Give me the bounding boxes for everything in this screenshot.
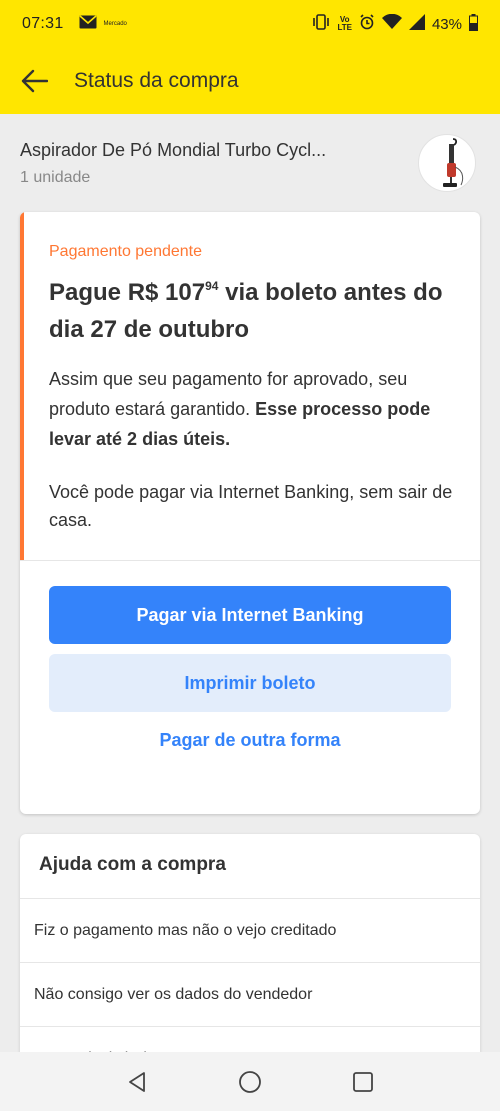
- product-quantity: 1 unidade: [20, 169, 91, 186]
- back-arrow-icon[interactable]: [18, 65, 50, 97]
- notification-text: Mercado: [103, 21, 127, 27]
- vibrate-icon: [312, 14, 330, 34]
- mail-icon: [79, 15, 97, 33]
- clock: 07:31: [22, 15, 64, 32]
- nav-back-icon[interactable]: [117, 1062, 157, 1102]
- pay-internet-banking-button[interactable]: Pagar via Internet Banking: [49, 586, 451, 644]
- system-nav-bar: [0, 1052, 500, 1111]
- status-bar-right: Vo LTE 43%: [312, 13, 478, 35]
- divider: [20, 560, 480, 561]
- pending-accent-bar: [20, 212, 24, 561]
- alarm-icon: [359, 14, 375, 34]
- page-title: Status da compra: [74, 69, 239, 92]
- volte-bottom: LTE: [337, 23, 352, 32]
- payment-card: Pagamento pendente Pague R$ 10794 via bo…: [20, 212, 480, 814]
- payment-status: Pagamento pendente: [49, 243, 203, 260]
- volte-indicator: Vo LTE: [337, 16, 352, 32]
- print-boleto-button[interactable]: Imprimir boleto: [49, 654, 451, 712]
- help-title: Ajuda com a compra: [39, 854, 226, 875]
- signal-icon: [408, 14, 425, 34]
- help-item[interactable]: Não consigo ver os dados do vendedor: [20, 962, 480, 1026]
- status-bar: 07:31 Mercado Vo LTE 43%: [0, 0, 500, 48]
- status-bar-left: 07:31 Mercado: [22, 15, 127, 33]
- product-header[interactable]: Aspirador De Pó Mondial Turbo Cycl... 1 …: [0, 114, 500, 210]
- pay-other-way-link[interactable]: Pagar de outra forma: [49, 730, 451, 751]
- battery-percent: 43%: [431, 15, 462, 33]
- battery-icon: [469, 13, 478, 35]
- product-thumbnail: [418, 134, 476, 192]
- nav-recents-icon[interactable]: [343, 1062, 383, 1102]
- approval-info: Assim que seu pagamento for aprovado, se…: [49, 364, 469, 454]
- headline-amount: Pague R$ 107: [49, 279, 206, 306]
- internet-banking-info: Você pode pagar via Internet Banking, se…: [49, 482, 453, 530]
- headline-cents: 94: [205, 279, 219, 293]
- help-card: Ajuda com a compra Fiz o pagamento mas n…: [20, 834, 480, 1074]
- vacuum-image: [443, 138, 464, 187]
- product-name: Aspirador De Pó Mondial Turbo Cycl...: [20, 140, 327, 160]
- payment-headline: Pague R$ 10794 via boleto antes do dia 2…: [49, 276, 469, 346]
- help-item[interactable]: Fiz o pagamento mas não o vejo creditado: [20, 898, 480, 962]
- app-bar: Status da compra: [0, 48, 500, 114]
- nav-home-icon[interactable]: [230, 1062, 270, 1102]
- wifi-icon: [381, 13, 402, 34]
